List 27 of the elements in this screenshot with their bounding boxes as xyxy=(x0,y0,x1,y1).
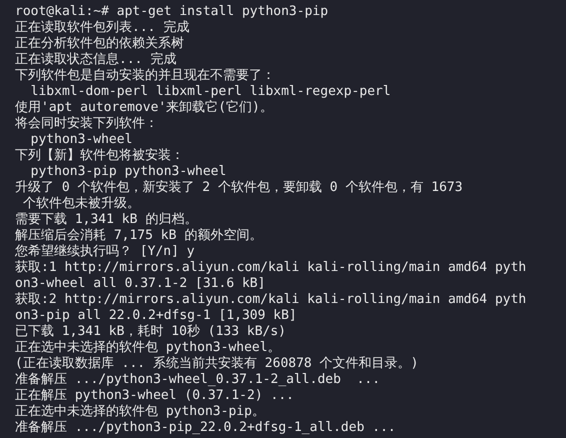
terminal-line: 升级了 0 个软件包，新安装了 2 个软件包，要卸载 0 个软件包，有 1673 xyxy=(15,180,463,196)
terminal-line: 获取:2 http://mirrors.aliyun.com/kali kali-rolling/main amd64 pyth xyxy=(15,292,526,308)
terminal-line: 个软件包未被升级。 xyxy=(22,196,140,212)
terminal-line: 准备解压 .../python3-wheel_0.37.1-2_all.deb ... xyxy=(15,372,380,388)
terminal-line: python3-pip python3-wheel xyxy=(30,164,226,180)
terminal-line: 使用'apt autoremove'来卸载它(它们)。 xyxy=(15,100,273,116)
terminal-line: 正在读取状态信息... 完成 xyxy=(15,52,176,68)
terminal-line: 正在分析软件包的依赖关系树 xyxy=(15,36,184,52)
terminal-line: root@kali:~# apt-get install python3-pip xyxy=(15,4,328,20)
terminal-line: 正在选中未选择的软件包 python3-pip。 xyxy=(15,404,265,420)
terminal-line: 下列软件包是自动安装的并且现在不需要了： xyxy=(15,68,275,84)
terminal-line: 正在读取软件包列表... 完成 xyxy=(15,20,190,36)
terminal-line: libxml-dom-perl libxml-perl libxml-regexp-perl xyxy=(30,84,391,100)
terminal-line: 已下载 1,341 kB，耗时 10秒 (133 kB/s) xyxy=(15,324,286,340)
terminal-line: 需要下载 1,341 kB 的归档。 xyxy=(15,212,198,228)
terminal-line: 您希望继续执行吗？ [Y/n] y xyxy=(15,244,195,260)
terminal-line: 正在选中未选择的软件包 python3-wheel。 xyxy=(15,340,281,356)
terminal-line: 将会同时安装下列软件： xyxy=(15,116,158,132)
terminal-line: on3-pip all 22.0.2+dfsg-1 [1,309 kB] xyxy=(15,308,297,324)
terminal-line: 解压缩后会消耗 7,175 kB 的额外空间。 xyxy=(15,228,262,244)
terminal-line: on3-wheel all 0.37.1-2 [31.6 kB] xyxy=(15,276,266,292)
terminal-line: 正在解压 python3-wheel (0.37.1-2) ... xyxy=(15,388,294,404)
terminal-line: 获取:1 http://mirrors.aliyun.com/kali kali-rolling/main amd64 pyth xyxy=(15,260,526,276)
terminal-line: 准备解压 .../python3-pip_22.0.2+dfsg-1_all.deb ... xyxy=(15,420,396,436)
terminal-line: python3-wheel xyxy=(30,132,132,148)
terminal-line: (正在读取数据库 ... 系统当前共安装有 260878 个文件和目录。) xyxy=(15,356,418,372)
terminal-line: 下列【新】软件包将被安装： xyxy=(15,148,184,164)
